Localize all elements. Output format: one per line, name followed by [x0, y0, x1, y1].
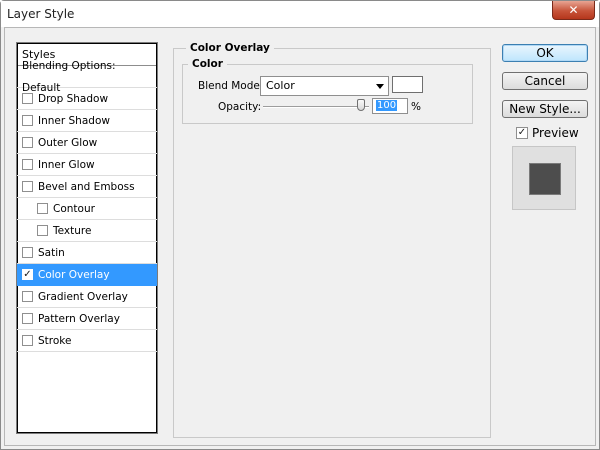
chevron-down-icon — [376, 84, 384, 89]
blend-mode-select[interactable]: Color — [260, 76, 389, 96]
overlay-color-swatch[interactable] — [392, 76, 423, 93]
style-checkbox[interactable]: ✓ — [22, 269, 33, 280]
dialog-title: Layer Style — [7, 7, 75, 21]
style-checkbox[interactable] — [22, 313, 33, 324]
opacity-unit: % — [411, 101, 421, 113]
layer-style-dialog: Layer Style ✕ Styles Blending Options: D… — [0, 0, 600, 450]
style-item-label: Pattern Overlay — [38, 312, 120, 325]
style-item-gradient-overlay[interactable]: Gradient Overlay — [17, 286, 157, 308]
styles-list: Styles Blending Options: Default Drop Sh… — [16, 42, 158, 434]
style-items: Drop Shadow Inner Shadow Outer Glow Inner G… — [17, 88, 157, 352]
blend-mode-label: Blend Mode: — [198, 80, 264, 92]
new-style-button[interactable]: New Style... — [502, 100, 588, 118]
style-item-label: Color Overlay — [38, 268, 110, 281]
dialog-client-area: Styles Blending Options: Default Drop Sh… — [4, 27, 596, 446]
style-item-label: Texture — [53, 224, 92, 237]
ok-button[interactable]: OK — [502, 44, 588, 62]
style-checkbox[interactable] — [22, 247, 33, 258]
style-item-bevel-and-emboss[interactable]: Bevel and Emboss — [17, 176, 157, 198]
style-item-inner-glow[interactable]: Inner Glow — [17, 154, 157, 176]
style-item-label: Satin — [38, 246, 65, 259]
style-item-label: Contour — [53, 202, 95, 215]
preview-thumbnail — [512, 146, 576, 210]
blending-options-item[interactable]: Blending Options: Default — [17, 60, 157, 94]
style-checkbox[interactable] — [22, 181, 33, 192]
opacity-slider-track[interactable] — [263, 106, 369, 108]
style-checkbox[interactable] — [22, 115, 33, 126]
style-checkbox[interactable] — [22, 137, 33, 148]
style-item-label: Drop Shadow — [38, 92, 109, 105]
opacity-value: 100 — [376, 100, 398, 111]
close-icon: ✕ — [568, 3, 579, 17]
style-checkbox[interactable] — [37, 225, 48, 236]
style-item-label: Inner Glow — [38, 158, 95, 171]
cancel-button[interactable]: Cancel — [502, 72, 588, 90]
style-item-label: Bevel and Emboss — [38, 180, 135, 193]
close-button[interactable]: ✕ — [552, 1, 595, 20]
style-item-texture[interactable]: Texture — [17, 220, 157, 242]
style-item-label: Inner Shadow — [38, 114, 110, 127]
style-checkbox[interactable] — [22, 93, 33, 104]
blend-mode-value: Color — [266, 79, 295, 92]
style-item-label: Stroke — [38, 334, 72, 347]
preview-checkbox[interactable]: ✓ — [516, 127, 528, 139]
opacity-label: Opacity: — [218, 101, 262, 113]
preview-swatch — [529, 163, 561, 195]
style-item-pattern-overlay[interactable]: Pattern Overlay — [17, 308, 157, 330]
style-item-satin[interactable]: Satin — [17, 242, 157, 264]
style-checkbox[interactable] — [22, 291, 33, 302]
preview-toggle[interactable]: ✓ Preview — [516, 126, 579, 140]
style-checkbox[interactable] — [22, 335, 33, 346]
style-item-outer-glow[interactable]: Outer Glow — [17, 132, 157, 154]
style-item-stroke[interactable]: Stroke — [17, 330, 157, 352]
color-overlay-title: Color Overlay — [186, 42, 274, 54]
opacity-slider-thumb[interactable] — [357, 99, 365, 111]
title-bar[interactable]: Layer Style ✕ — [1, 1, 599, 27]
style-item-color-overlay[interactable]: ✓ Color Overlay — [17, 264, 157, 286]
style-item-label: Gradient Overlay — [38, 290, 128, 303]
style-checkbox[interactable] — [22, 159, 33, 170]
style-item-drop-shadow[interactable]: Drop Shadow — [17, 88, 157, 110]
color-subgroup-title: Color — [188, 58, 227, 70]
preview-label: Preview — [532, 126, 579, 140]
style-item-label: Outer Glow — [38, 136, 98, 149]
style-item-contour[interactable]: Contour — [17, 198, 157, 220]
style-checkbox[interactable] — [37, 203, 48, 214]
opacity-input[interactable]: 100 — [372, 98, 408, 114]
style-item-inner-shadow[interactable]: Inner Shadow — [17, 110, 157, 132]
